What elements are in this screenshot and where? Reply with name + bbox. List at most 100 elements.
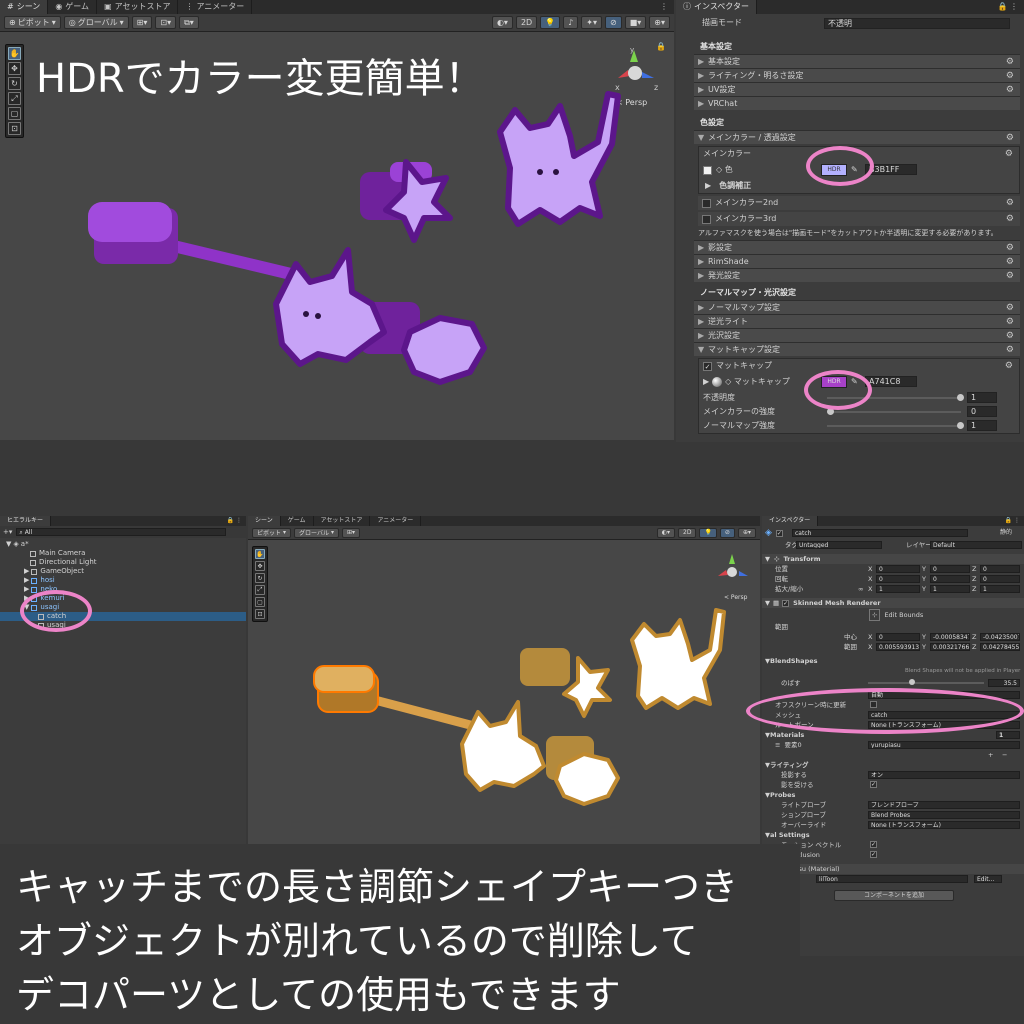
tab-scene[interactable]: シーン — [248, 516, 281, 526]
gear-icon[interactable]: ⚙ — [1006, 55, 1014, 68]
shader-dropdown[interactable]: lilToon — [816, 875, 968, 883]
matcap-sphere-icon[interactable] — [712, 377, 723, 387]
nobasu-value[interactable]: 35.5 — [988, 679, 1020, 687]
scale-z[interactable]: 1 — [980, 585, 1020, 593]
bottom-scene-view[interactable]: ✋ ✥ ↻ ⤢ ▢ ⊡ < Persp — [248, 540, 760, 844]
foldout-normal-map[interactable]: ▶ ノーマルマップ設定 ⚙ — [694, 300, 1020, 314]
foldout-lighting[interactable]: ▶ ライティング・明るさ設定 ⚙ — [694, 68, 1020, 82]
foldout-basic[interactable]: ▶ 基本設定 ⚙ — [694, 54, 1020, 68]
visibility-toggle[interactable]: ⊘ — [605, 16, 622, 29]
motion-checkbox[interactable]: ✓ — [870, 841, 877, 848]
tab-animator[interactable]: アニメーター — [370, 516, 422, 526]
active-checkbox[interactable]: ✓ — [775, 529, 783, 537]
shading-mode-button[interactable]: ◐▾ — [656, 527, 675, 538]
link-icon[interactable]: ∞ — [858, 584, 863, 594]
tab-game[interactable]: ゲーム — [281, 516, 314, 526]
tag-dropdown[interactable]: Untagged — [796, 541, 882, 549]
pivot-dropdown[interactable]: ⊕ ピボット ▾ — [4, 16, 61, 29]
hierarchy-item-main-camera[interactable]: Main Camera — [0, 549, 246, 558]
tab-asset-store[interactable]: アセットストア — [314, 516, 371, 526]
foldout-matcap[interactable]: ▼ マットキャップ設定 ⚙ — [694, 342, 1020, 356]
rot-z[interactable]: 0 — [980, 575, 1020, 583]
visibility-toggle[interactable]: ⊘ — [719, 527, 735, 538]
materials-count[interactable]: 1 — [996, 731, 1020, 739]
gear-icon[interactable]: ⚙ — [1006, 69, 1014, 82]
rot-y[interactable]: 0 — [930, 575, 970, 583]
foldout-reflection[interactable]: ▶ 光沢設定 ⚙ — [694, 328, 1020, 342]
main-strength-value[interactable]: 0 — [967, 406, 997, 417]
snap-increment-button[interactable]: ⊡▾ — [155, 16, 177, 29]
occlusion-checkbox[interactable]: ✓ — [870, 851, 877, 858]
gear-icon[interactable]: ⚙ — [1005, 147, 1013, 161]
render-mode-dropdown[interactable]: 不透明 — [824, 18, 1010, 29]
slider-knob[interactable] — [957, 394, 964, 401]
remove-icon[interactable]: − — [1002, 750, 1007, 760]
opacity-value[interactable]: 1 — [967, 392, 997, 403]
lighting-toggle[interactable]: 💡 — [540, 16, 561, 29]
gear-icon[interactable]: ⚙ — [1006, 83, 1014, 96]
top-scene-view[interactable]: ✋ ✥ ↻ ⤢ ▢ ⊡ HDRでカラー変更簡単！ x z y 🔒 < Persp — [0, 32, 674, 440]
cast-dropdown[interactable]: オン — [868, 771, 1020, 779]
static-checkbox-label[interactable]: 静的 — [1000, 528, 1012, 538]
foldout-shadow[interactable]: ▶ 影設定 ⚙ — [694, 240, 1020, 254]
grid-snap-button[interactable]: ⊞▾ — [131, 16, 153, 29]
extent-x[interactable]: 0.005593913 — [876, 643, 920, 651]
main3-checkbox[interactable] — [702, 214, 711, 224]
lightprobe-dropdown[interactable]: ブレンドプローブ — [868, 801, 1020, 809]
foldout-emission[interactable]: ▶ 発光設定 ⚙ — [694, 268, 1020, 282]
drag-handle-icon[interactable]: ≡ — [775, 740, 780, 750]
add-component-button[interactable]: コンポーネントを追加 — [834, 890, 954, 901]
foldout-uv[interactable]: ▶ UV設定 ⚙ — [694, 82, 1020, 96]
smr-header[interactable]: ▼ ▦ ✓ Skinned Mesh Renderer — [762, 598, 1024, 608]
tab-hierarchy[interactable]: ヒエラルキー — [0, 516, 52, 526]
main-strength-slider[interactable] — [827, 408, 961, 415]
global-dropdown[interactable]: ◎ グローバル ▾ — [63, 16, 129, 29]
matcap-checkbox[interactable]: ✓ — [703, 361, 712, 371]
layer-dropdown[interactable]: Default — [930, 541, 1022, 549]
color-swatch[interactable] — [703, 165, 712, 175]
gear-icon[interactable]: ⚙ — [1005, 359, 1013, 373]
shading-mode-button[interactable]: ◐▾ — [491, 16, 513, 29]
gear-icon[interactable]: ⚙ — [1006, 315, 1014, 328]
lock-icon[interactable]: 🔒 ⋮ — [227, 516, 246, 526]
lock-icon[interactable]: 🔒 ⋮ — [1005, 516, 1024, 526]
foldout-rimshade[interactable]: ▶ RimShade ⚙ — [694, 254, 1020, 268]
foldout-backlight[interactable]: ▶ 逆光ライト ⚙ — [694, 314, 1020, 328]
tab-asset-store[interactable]: ▣ アセットストア — [97, 0, 179, 14]
object-name-field[interactable]: catch — [792, 529, 968, 537]
scale-x[interactable]: 1 — [876, 585, 920, 593]
toggle-2d-button[interactable]: 2D — [515, 16, 538, 29]
hierarchy-item-directional-light[interactable]: Directional Light — [0, 558, 246, 567]
reflprobe-dropdown[interactable]: Blend Probes — [868, 811, 1020, 819]
smr-checkbox[interactable]: ✓ — [782, 599, 790, 607]
gear-icon[interactable]: ⚙ — [1006, 255, 1014, 268]
extent-z[interactable]: 0.04278455 — [980, 643, 1020, 651]
shader-edit-button[interactable]: Edit... — [974, 875, 1002, 883]
gear-icon[interactable]: ⚙ — [1006, 131, 1014, 144]
effects-toggle[interactable]: ✦▾ — [581, 16, 602, 29]
probes-header[interactable]: ▼ Probes — [762, 790, 1024, 800]
tab-scene[interactable]: # シーン — [0, 0, 49, 14]
scale-y[interactable]: 1 — [930, 585, 970, 593]
pos-z[interactable]: 0 — [980, 565, 1020, 573]
main2-checkbox[interactable] — [702, 198, 711, 208]
slider-knob[interactable] — [957, 422, 964, 429]
gear-icon[interactable]: ⚙ — [1006, 212, 1014, 226]
hierarchy-item-hosi[interactable]: ▶ hosi — [0, 576, 246, 585]
camera-button[interactable]: ■▾ — [624, 16, 647, 29]
add-icon[interactable]: +▾ — [3, 528, 12, 536]
normal-strength-value[interactable]: 1 — [967, 420, 997, 431]
global-dropdown[interactable]: グローバル ▾ — [294, 527, 339, 538]
toggle-2d-button[interactable]: 2D — [678, 527, 697, 538]
foldout-vrchat[interactable]: ▶ VRChat — [694, 96, 1020, 110]
extent-y[interactable]: 0.003217662 — [930, 643, 970, 651]
main-color-2nd-row[interactable]: メインカラー2nd ⚙ — [698, 196, 1020, 210]
element0-field[interactable]: yurupiasu — [868, 741, 1020, 749]
gear-icon[interactable]: ⚙ — [1006, 301, 1014, 314]
slider-knob[interactable] — [909, 679, 915, 685]
material-header[interactable]: rurupiasu (Material) — [762, 864, 1024, 874]
lock-icon[interactable]: 🔒 ⋮ — [997, 0, 1024, 14]
gizmos-button[interactable]: ⊕▾ — [649, 16, 670, 29]
more-icon[interactable]: ⋮ — [660, 0, 674, 14]
nobasu-slider[interactable] — [868, 679, 984, 685]
